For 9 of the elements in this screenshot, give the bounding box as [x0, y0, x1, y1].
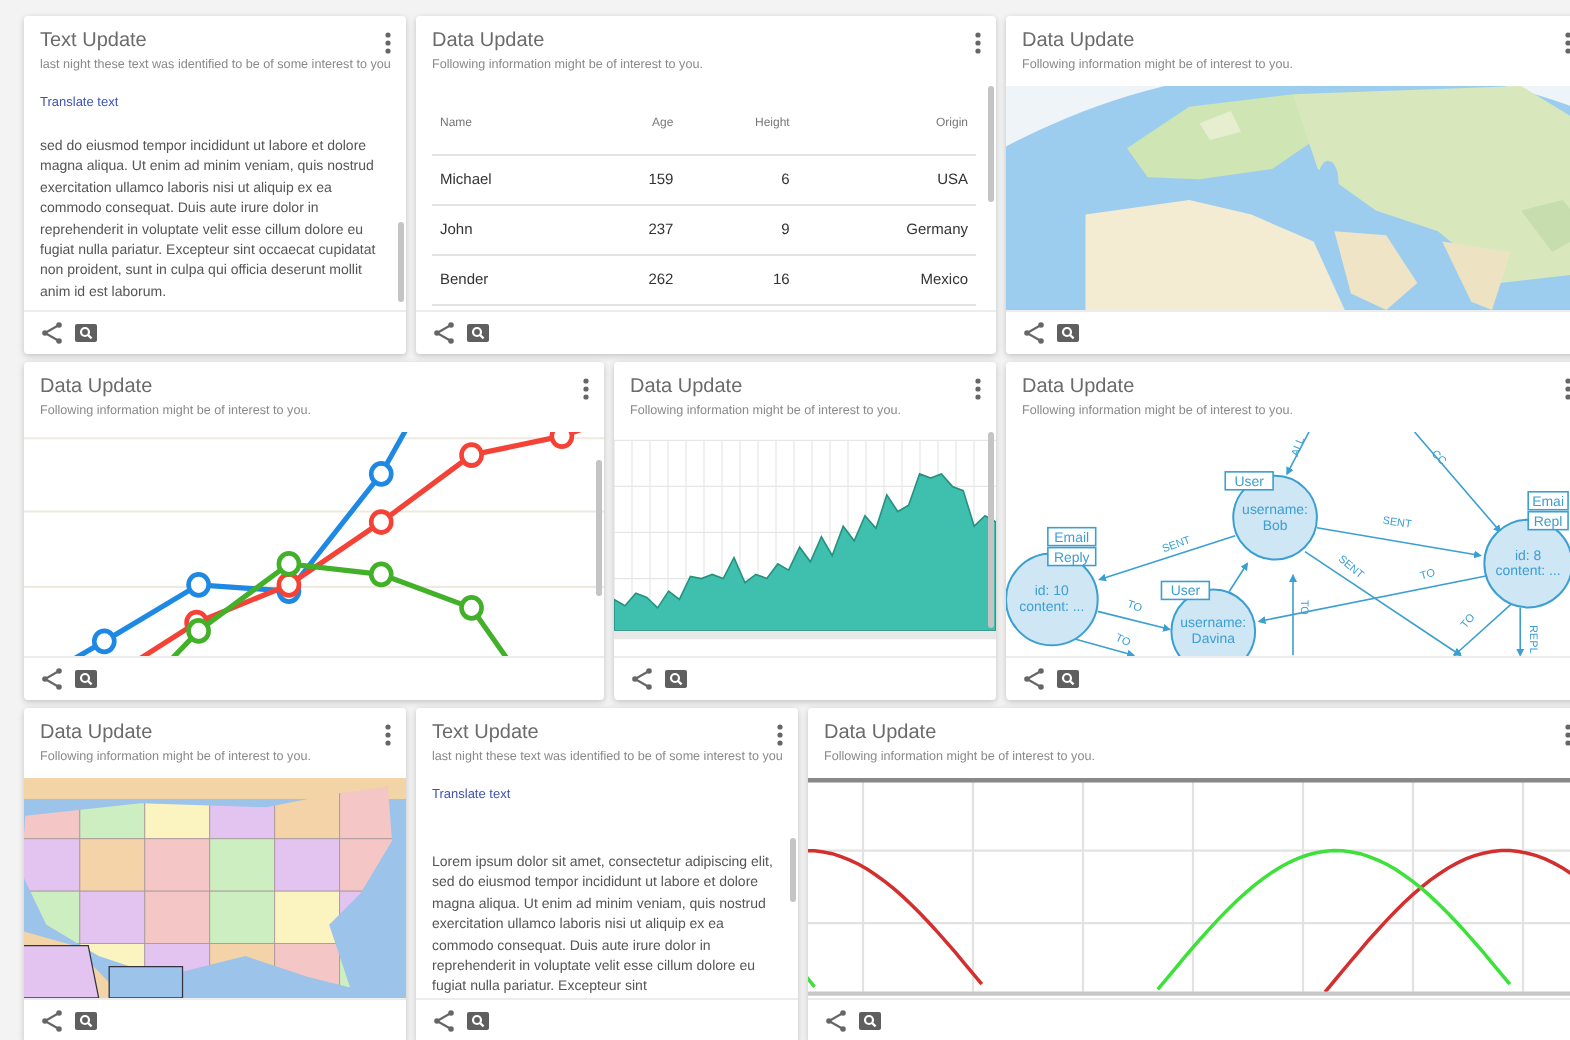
card-title-text: Data Update — [824, 720, 937, 748]
card-title-text: Data Update — [432, 28, 545, 56]
card-title-text: Text Update — [40, 28, 147, 56]
card-title-text: Data Update — [1022, 374, 1135, 402]
card-title-text: Text Update — [432, 720, 539, 748]
card-title-text: Data Update — [40, 374, 153, 402]
card-title-text: Data Update — [1022, 28, 1135, 56]
card-title-text: Data Update — [630, 374, 743, 402]
card-title-text: Data Update — [40, 720, 153, 748]
